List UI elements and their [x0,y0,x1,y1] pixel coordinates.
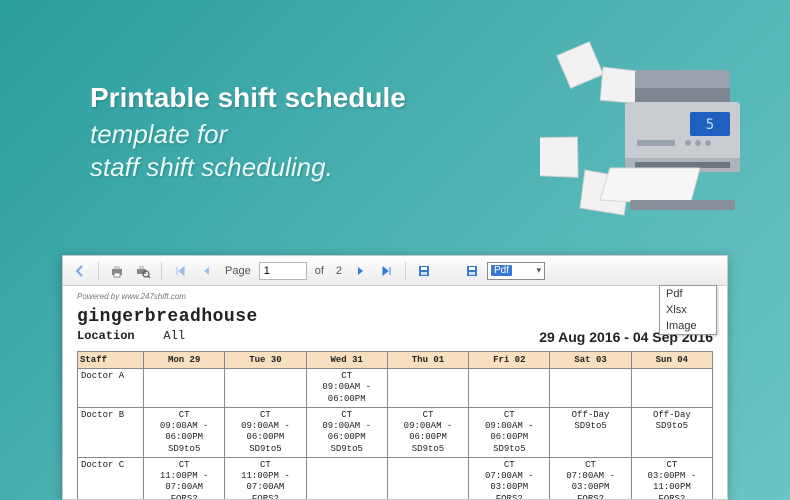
table-row: Doctor A CT 09:00AM - 06:00PM [78,369,713,408]
table-header-cell: Staff [78,352,144,369]
toolbar-separator [405,262,406,280]
shift-cell: CT 11:00PM - 07:00AM FORS2 [225,457,306,500]
shift-cell [550,369,631,408]
last-page-button[interactable] [376,260,398,282]
table-header-cell: Sun 04 [631,352,712,369]
export-option-pdf[interactable]: Pdf [660,286,716,302]
table-header-cell: Tue 30 [225,352,306,369]
printer-illustration: 5 [540,40,740,230]
export-format-select[interactable]: Pdf ▾ [487,262,545,280]
hero-text: Printable shift schedule template for st… [90,82,406,183]
company-name: gingerbreadhouse [77,307,713,327]
powered-by: Powered by www.247shift.com [77,292,713,301]
shift-cell [631,369,712,408]
table-header-cell: Thu 01 [387,352,468,369]
export-option-image[interactable]: Image [660,318,716,334]
hero-sub-2: staff shift scheduling. [90,152,333,182]
next-page-button[interactable] [350,260,372,282]
schedule-table: StaffMon 29Tue 30Wed 31Thu 01Fri 02Sat 0… [77,351,713,500]
shift-cell [225,369,306,408]
export-button[interactable] [461,260,483,282]
print-button[interactable] [106,260,128,282]
shift-cell: CT 03:00PM - 11:00PM FORS2 [631,457,712,500]
toolbar-separator [161,262,162,280]
table-header-cell: Mon 29 [144,352,225,369]
of-label: of [311,265,328,277]
hero-sub-1: template for [90,119,227,149]
location-value: All [163,329,185,343]
shift-cell: CT 09:00AM - 06:00PM SD9to5 [306,407,387,457]
table-header-row: StaffMon 29Tue 30Wed 31Thu 01Fri 02Sat 0… [78,352,713,369]
toolbar: Page of 2 Pdf ▾ [63,256,727,286]
shift-cell: CT 09:00AM - 06:00PM SD9to5 [469,407,550,457]
staff-cell: Doctor C [78,457,144,500]
shift-cell: CT 07:00AM - 03:00PM FORS2 [550,457,631,500]
shift-cell: Off-Day SD9to5 [631,407,712,457]
shift-cell: CT 09:00AM - 06:00PM SD9to5 [387,407,468,457]
svg-text:5: 5 [706,117,714,133]
report-window: Page of 2 Pdf ▾ Pdf Xlsx Image Powered b… [62,255,728,500]
export-selected-value: Pdf [491,265,512,276]
page-label: Page [221,265,255,277]
report-body: Powered by www.247shift.com gingerbreadh… [63,286,727,500]
table-row: Doctor BCT 09:00AM - 06:00PM SD9to5CT 09… [78,407,713,457]
export-option-xlsx[interactable]: Xlsx [660,302,716,318]
staff-cell: Doctor B [78,407,144,457]
staff-cell: Doctor A [78,369,144,408]
shift-cell [469,369,550,408]
hero-title: Printable shift schedule [90,82,406,114]
chevron-down-icon: ▾ [536,265,541,276]
location-label: Location [77,329,135,343]
prev-page-button[interactable] [195,260,217,282]
table-row: Doctor CCT 11:00PM - 07:00AM FORS2CT 11:… [78,457,713,500]
shift-cell [387,369,468,408]
shift-cell [144,369,225,408]
first-page-button[interactable] [169,260,191,282]
print-preview-button[interactable] [132,260,154,282]
page-number-input[interactable] [259,262,307,280]
shift-cell: CT 09:00AM - 06:00PM SD9to5 [144,407,225,457]
toolbar-separator [98,262,99,280]
export-dropdown: Pdf Xlsx Image [659,285,717,335]
save-button[interactable] [413,260,435,282]
shift-cell: CT 09:00AM - 06:00PM [306,369,387,408]
shift-cell: Off-Day SD9to5 [550,407,631,457]
shift-cell [387,457,468,500]
shift-cell: CT 09:00AM - 06:00PM SD9to5 [225,407,306,457]
table-header-cell: Fri 02 [469,352,550,369]
table-header-cell: Sat 03 [550,352,631,369]
table-header-cell: Wed 31 [306,352,387,369]
shift-cell [306,457,387,500]
back-button[interactable] [69,260,91,282]
total-pages: 2 [332,265,346,277]
shift-cell: CT 11:00PM - 07:00AM FORS2 [144,457,225,500]
shift-cell: CT 07:00AM - 03:00PM FORS2 [469,457,550,500]
